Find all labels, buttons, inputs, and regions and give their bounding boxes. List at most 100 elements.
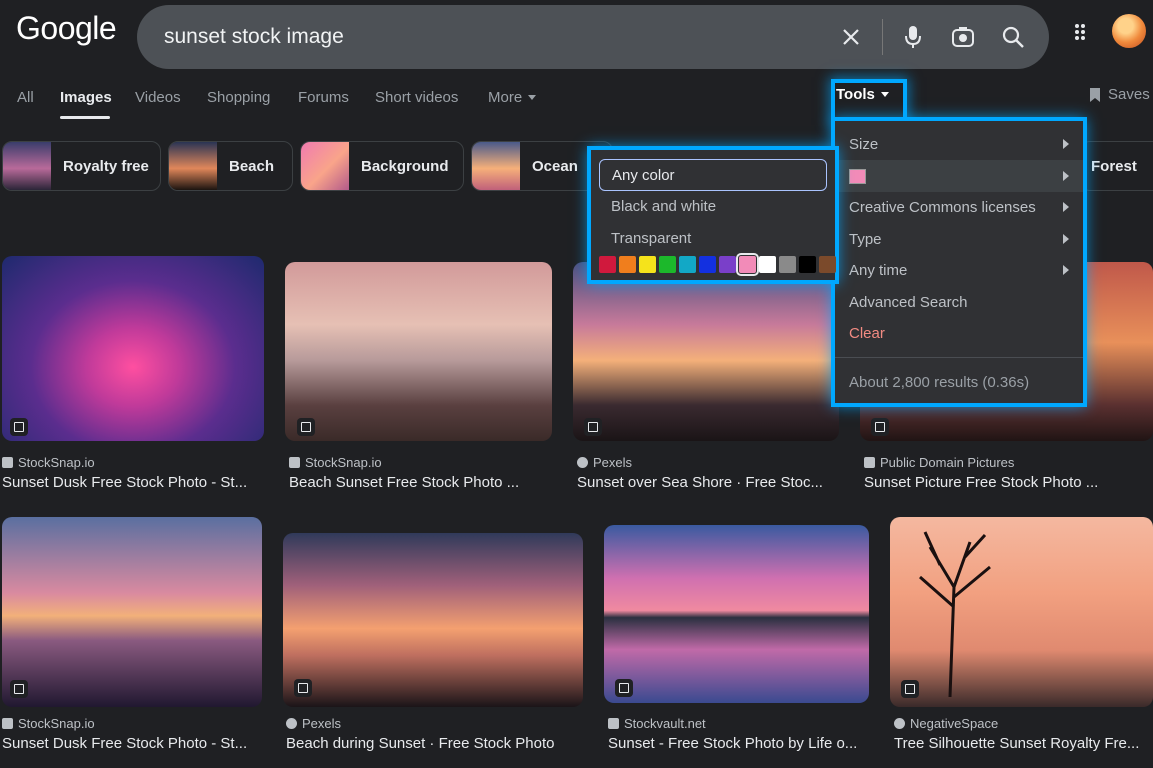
result-source[interactable]: Stockvault.net <box>608 716 706 731</box>
tab-images[interactable]: Images <box>60 89 112 106</box>
color-swatch[interactable] <box>819 256 836 273</box>
stockvault-source-icon <box>608 718 619 729</box>
result-image[interactable] <box>890 517 1153 707</box>
menu-item-color[interactable] <box>835 160 1083 192</box>
result-title[interactable]: Sunset Dusk Free Stock Photo - St... <box>2 735 260 752</box>
selected-color-swatch <box>849 168 866 184</box>
color-swatch[interactable] <box>799 256 816 273</box>
tab-short-videos[interactable]: Short videos <box>375 89 458 106</box>
color-swatch[interactable] <box>679 256 696 273</box>
bookmark-icon <box>1090 87 1100 102</box>
color-swatch[interactable] <box>759 256 776 273</box>
color-swatch[interactable] <box>736 253 759 276</box>
chip-label: Forest <box>1091 157 1137 175</box>
color-swatch[interactable] <box>699 256 716 273</box>
camera-source-icon <box>2 457 13 468</box>
chevron-right-icon <box>1063 234 1069 244</box>
tab-shopping[interactable]: Shopping <box>207 89 270 106</box>
chip-thumbnail <box>472 142 520 190</box>
search-icon[interactable] <box>999 23 1027 51</box>
result-image[interactable] <box>2 517 262 707</box>
image-badge-icon <box>584 418 602 436</box>
chip-beach[interactable]: Beach <box>168 141 293 191</box>
camera-source-icon <box>289 457 300 468</box>
result-image[interactable] <box>573 262 839 441</box>
color-any[interactable]: Any color <box>599 159 827 191</box>
result-source[interactable]: Public Domain Pictures <box>864 455 1014 470</box>
tools-button[interactable]: Tools <box>836 86 889 103</box>
result-source[interactable]: NegativeSpace <box>894 716 998 731</box>
chip-royalty-free[interactable]: Royalty free <box>2 141 161 191</box>
color-swatch[interactable] <box>719 256 736 273</box>
caret-down-icon <box>880 92 889 97</box>
color-submenu: Any color Black and white Transparent <box>591 150 836 280</box>
result-title[interactable]: Sunset over Sea Shore · Free Stoc... <box>577 474 835 491</box>
tab-forums[interactable]: Forums <box>298 89 349 106</box>
menu-item-type[interactable]: Type <box>835 223 1083 255</box>
color-swatch[interactable] <box>659 256 676 273</box>
microphone-icon[interactable] <box>899 23 927 51</box>
caret-down-icon <box>528 95 537 100</box>
tab-more[interactable]: More <box>488 89 537 106</box>
tab-all[interactable]: All <box>17 89 34 106</box>
chip-label: Background <box>361 157 449 175</box>
tab-more-label: More <box>488 89 523 106</box>
result-source[interactable]: Pexels <box>577 455 632 470</box>
saves-button[interactable]: Saves <box>1088 86 1150 103</box>
chevron-right-icon <box>1063 202 1069 212</box>
image-badge-icon <box>615 679 633 697</box>
menu-item-size[interactable]: Size <box>835 128 1083 160</box>
google-logo[interactable]: Google <box>16 10 117 47</box>
search-input[interactable]: sunset stock image <box>164 25 344 49</box>
result-title[interactable]: Beach Sunset Free Stock Photo ... <box>289 474 547 491</box>
result-title[interactable]: Sunset Dusk Free Stock Photo - St... <box>2 474 260 491</box>
chip-label: Ocean <box>532 157 578 175</box>
image-badge-icon <box>10 418 28 436</box>
result-title[interactable]: Sunset Picture Free Stock Photo ... <box>864 474 1120 491</box>
negativespace-source-icon <box>894 718 905 729</box>
color-black-and-white[interactable]: Black and white <box>599 190 827 222</box>
tools-menu: Size Creative Commons licenses Type Any … <box>835 121 1083 403</box>
result-title[interactable]: Sunset - Free Stock Photo by Life o... <box>608 735 866 752</box>
active-tab-indicator <box>60 116 110 119</box>
result-image[interactable] <box>604 525 869 703</box>
chip-label: Beach <box>229 157 275 175</box>
result-source[interactable]: Pexels <box>286 716 341 731</box>
result-image[interactable] <box>283 533 583 707</box>
avatar[interactable] <box>1112 14 1146 48</box>
chip-thumbnail <box>169 142 217 190</box>
menu-item-creative-commons[interactable]: Creative Commons licenses <box>835 191 1083 223</box>
result-image[interactable] <box>285 262 552 441</box>
menu-divider <box>835 357 1083 358</box>
chip-forest[interactable]: Forest <box>1080 141 1153 191</box>
chip-background[interactable]: Background <box>300 141 464 191</box>
color-swatch[interactable] <box>779 256 796 273</box>
menu-item-any-time[interactable]: Any time <box>835 254 1083 286</box>
tab-videos[interactable]: Videos <box>135 89 181 106</box>
tree-silhouette-icon <box>919 531 991 697</box>
result-source[interactable]: StockSnap.io <box>2 716 95 731</box>
color-swatch[interactable] <box>599 256 616 273</box>
result-source[interactable]: StockSnap.io <box>2 455 95 470</box>
tools-label: Tools <box>836 86 875 103</box>
close-icon[interactable] <box>837 23 865 51</box>
result-image[interactable] <box>2 256 264 441</box>
public-domain-source-icon <box>864 457 875 468</box>
chevron-right-icon <box>1063 171 1069 181</box>
color-swatch[interactable] <box>639 256 656 273</box>
menu-item-clear[interactable]: Clear <box>835 317 1083 349</box>
saves-label: Saves <box>1108 86 1150 103</box>
chevron-right-icon <box>1063 139 1069 149</box>
pexels-source-icon <box>577 457 588 468</box>
result-source[interactable]: StockSnap.io <box>289 455 382 470</box>
result-title[interactable]: Tree Silhouette Sunset Royalty Fre... <box>894 735 1150 752</box>
color-transparent[interactable]: Transparent <box>599 222 827 254</box>
camera-icon[interactable] <box>949 23 977 51</box>
result-title[interactable]: Beach during Sunset · Free Stock Photo <box>286 735 576 752</box>
apps-icon[interactable] <box>1073 22 1093 42</box>
menu-item-advanced-search[interactable]: Advanced Search <box>835 286 1083 318</box>
image-badge-icon <box>10 680 28 698</box>
search-bar[interactable]: sunset stock image <box>137 5 1049 69</box>
color-swatch[interactable] <box>619 256 636 273</box>
image-badge-icon <box>871 418 889 436</box>
